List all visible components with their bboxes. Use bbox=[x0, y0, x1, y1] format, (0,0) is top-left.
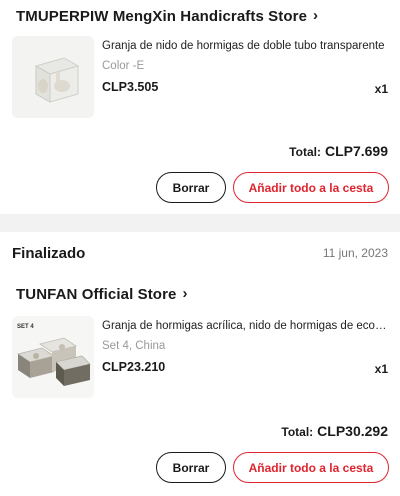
total-label: Total: bbox=[289, 145, 321, 159]
order-item-1[interactable]: Granja de nido de hormigas de doble tubo… bbox=[12, 36, 388, 122]
image-tag: SET 4 bbox=[17, 324, 34, 330]
store-link-2[interactable]: TUNFAN Official Store › bbox=[16, 285, 188, 303]
item-variant: Set 4, China bbox=[102, 340, 166, 352]
chevron-right-icon: › bbox=[182, 285, 188, 302]
order-card-2: Finalizado 11 jun, 2023 TUNFAN Official … bbox=[0, 232, 400, 496]
add-all-to-cart-button[interactable]: Añadir todo a la cesta bbox=[233, 172, 389, 203]
store-name[interactable]: TUNFAN Official Store bbox=[16, 286, 176, 303]
total-value: CLP7.699 bbox=[324, 143, 388, 159]
order-card-1: TMUPERPIW MengXin Handicrafts Store › Gr… bbox=[0, 0, 400, 214]
order-date: 11 jun, 2023 bbox=[322, 246, 388, 260]
total-value: CLP30.292 bbox=[317, 423, 388, 439]
total-label: Total: bbox=[281, 425, 314, 439]
store-name[interactable]: TMUPERPIW MengXin Handicrafts Store bbox=[16, 8, 307, 25]
item-price: CLP3.505 bbox=[102, 80, 159, 94]
ant-farm-product-image[interactable] bbox=[12, 36, 94, 118]
item-variant: Color -E bbox=[102, 60, 145, 72]
delete-button[interactable]: Borrar bbox=[156, 452, 226, 483]
acrylic-ant-nest-image[interactable]: SET 4 bbox=[12, 316, 94, 398]
order-total-1: Total: CLP7.699 bbox=[289, 143, 388, 159]
order-status: Finalizado bbox=[12, 244, 86, 262]
add-all-to-cart-button[interactable]: Añadir todo a la cesta bbox=[233, 452, 389, 483]
order-total-2: Total: CLP30.292 bbox=[281, 423, 388, 439]
item-quantity: x1 bbox=[374, 362, 388, 376]
item-quantity: x1 bbox=[374, 82, 388, 96]
item-title[interactable]: Granja de hormigas acrílica, nido de hor… bbox=[102, 320, 388, 332]
order-item-2[interactable]: SET 4 Granja de hormigas acrílica, nido … bbox=[12, 316, 388, 402]
store-link-1[interactable]: TMUPERPIW MengXin Handicrafts Store › bbox=[16, 7, 319, 25]
delete-button[interactable]: Borrar bbox=[156, 172, 226, 203]
item-title[interactable]: Granja de nido de hormigas de doble tubo… bbox=[102, 40, 388, 52]
chevron-right-icon: › bbox=[313, 7, 319, 24]
order-status-row: Finalizado 11 jun, 2023 bbox=[12, 242, 388, 264]
item-price: CLP23.210 bbox=[102, 360, 166, 374]
